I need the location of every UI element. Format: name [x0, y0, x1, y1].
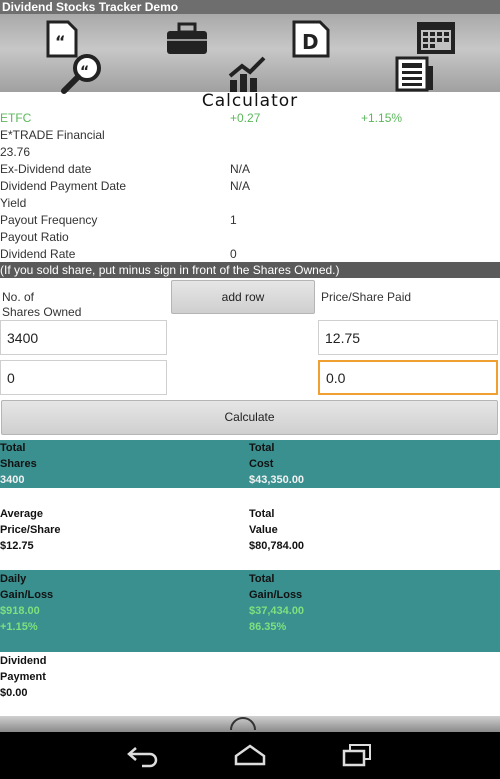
chart-icon[interactable] — [228, 56, 268, 92]
stat-label: Payment — [0, 671, 46, 683]
svg-text:“: “ — [55, 32, 66, 51]
page-title: Calculator — [201, 91, 299, 111]
stat-label: Average — [0, 508, 44, 520]
price-input[interactable] — [318, 360, 498, 395]
recent-apps-icon[interactable] — [340, 742, 374, 773]
stat-label: Total — [249, 442, 275, 454]
stat-label: Total — [0, 442, 26, 454]
stat-value: 3400 — [0, 474, 25, 486]
total-cost: Total Cost $43,350.00 — [249, 440, 304, 488]
field-label: Payout Ratio — [0, 230, 69, 244]
field-label: Ex-Dividend date — [0, 162, 92, 176]
stat-value: $43,350.00 — [249, 474, 305, 486]
field-label: Yield — [0, 196, 27, 210]
price-label: Price/Share Paid — [321, 290, 412, 304]
shares-input[interactable] — [0, 320, 167, 355]
stat-value: $12.75 — [0, 540, 34, 552]
daily-gain-loss: Daily Gain/Loss $918.00 +1.15% — [0, 571, 53, 635]
shares-label-line1: No. of — [2, 290, 35, 304]
news-icon[interactable] — [395, 56, 435, 92]
stat-label: Gain/Loss — [0, 589, 54, 601]
stat-value: $37,434.00 — [249, 605, 305, 617]
add-row-button[interactable]: add row — [171, 280, 315, 314]
stock-name: E*TRADE Financial — [0, 128, 105, 142]
stat-label: Value — [249, 524, 278, 536]
svg-text:“: “ — [80, 64, 89, 80]
average-price: Average Price/Share $12.75 — [0, 506, 61, 554]
stat-label: Price/Share — [0, 524, 61, 536]
instruction-banner: (If you sold share, put minus sign in fr… — [0, 262, 500, 278]
dividend-icon[interactable]: D — [291, 19, 331, 59]
toolbar: “ “ D — [0, 14, 500, 94]
stat-label: Daily — [0, 573, 27, 585]
stock-price: 23.76 — [0, 145, 31, 159]
calculate-button[interactable]: Calculate — [1, 400, 498, 435]
results-panel: Dividend Payment $0.00 — [0, 652, 500, 716]
field-label: Dividend Payment Date — [0, 179, 127, 193]
price-input[interactable] — [318, 320, 498, 355]
results-panel: Total Shares 3400 Total Cost $43,350.00 — [0, 440, 500, 488]
stat-label: Dividend — [0, 655, 47, 667]
briefcase-icon[interactable] — [165, 22, 209, 56]
stat-label: Shares — [0, 458, 37, 470]
calendar-icon[interactable] — [415, 18, 457, 56]
stat-value: $80,784.00 — [249, 540, 305, 552]
total-shares: Total Shares 3400 — [0, 440, 37, 488]
field-label: Payout Frequency — [0, 213, 98, 227]
stat-percent: +1.15% — [0, 621, 38, 633]
home-icon[interactable] — [232, 742, 268, 773]
results-panel: Average Price/Share $12.75 Total Value $… — [0, 488, 500, 570]
stat-value: $0.00 — [0, 687, 28, 699]
field-value: N/A — [230, 162, 251, 176]
field-value: 1 — [230, 213, 237, 227]
stat-percent: 86.35% — [249, 621, 287, 633]
stock-change-percent: +1.15% — [361, 111, 403, 125]
app-title-bar: Dividend Stocks Tracker Demo — [0, 0, 500, 14]
scroll-edge — [0, 716, 500, 732]
system-nav-bar — [0, 732, 500, 779]
field-value: N/A — [230, 179, 251, 193]
results-panel: Daily Gain/Loss $918.00 +1.15% Total Gai… — [0, 570, 500, 652]
svg-text:D: D — [302, 30, 319, 54]
total-value: Total Value $80,784.00 — [249, 506, 304, 554]
stock-symbol: ETFC — [0, 111, 32, 125]
shares-label-line2: Shares Owned — [2, 305, 82, 319]
dividend-payment: Dividend Payment $0.00 — [0, 653, 46, 701]
shares-input[interactable] — [0, 360, 167, 395]
stat-value: $918.00 — [0, 605, 40, 617]
search-icon[interactable]: “ — [60, 52, 104, 94]
back-icon[interactable] — [126, 742, 160, 773]
stat-label: Cost — [249, 458, 274, 470]
stock-change: +0.27 — [230, 111, 261, 125]
app-title: Dividend Stocks Tracker Demo — [2, 0, 179, 14]
stat-label: Total — [249, 573, 275, 585]
stat-label: Gain/Loss — [249, 589, 303, 601]
field-label: Dividend Rate — [0, 247, 76, 261]
stat-label: Total — [249, 508, 275, 520]
total-gain-loss: Total Gain/Loss $37,434.00 86.35% — [249, 571, 304, 635]
field-value: 0 — [230, 247, 237, 261]
